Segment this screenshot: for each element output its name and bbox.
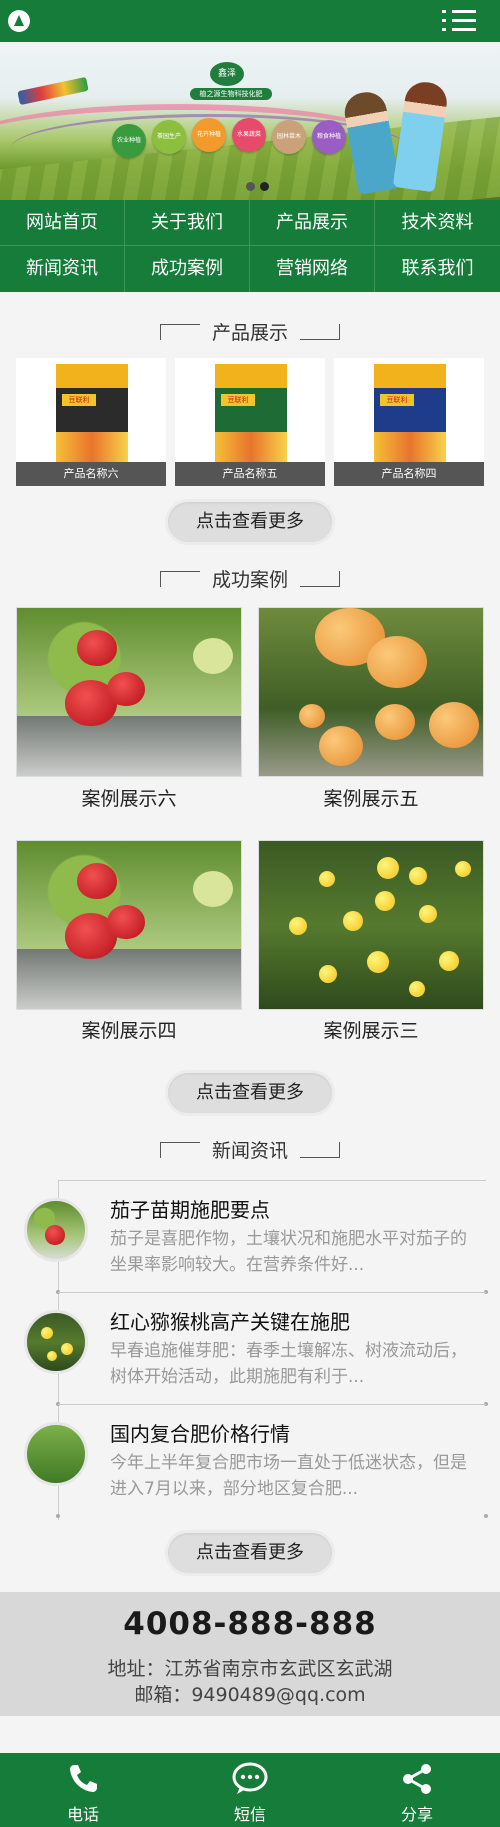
case-title[interactable]: 案例展示五 bbox=[258, 784, 484, 811]
case-image-persimmon[interactable] bbox=[258, 607, 484, 777]
nav-item-cases[interactable]: 成功案例 bbox=[125, 246, 250, 292]
product-name: 产品名称六 bbox=[16, 462, 166, 486]
section-title-cases: 成功案例 bbox=[160, 565, 340, 595]
news-title[interactable]: 茄子苗期施肥要点 bbox=[110, 1194, 270, 1223]
news-thumbnail bbox=[24, 1198, 88, 1262]
call-label: 电话 bbox=[66, 1805, 99, 1824]
banner-slogan: 植之源生物科技化肥 bbox=[190, 88, 272, 100]
product-image: 豆联利 bbox=[374, 364, 446, 462]
divider bbox=[58, 1292, 486, 1293]
nav-item-home[interactable]: 网站首页 bbox=[0, 200, 125, 246]
kite-image bbox=[17, 76, 89, 106]
banner-category: 水果蔬菜 bbox=[232, 118, 266, 152]
news-item[interactable]: 红心猕猴桃高产关键在施肥 早春追施催芽肥：春季土壤解冻、树液流动后，树体开始活动… bbox=[0, 1292, 500, 1406]
main-nav: 网站首页 关于我们 产品展示 技术资料 新闻资讯 成功案例 营销网络 联系我们 bbox=[0, 200, 500, 292]
phone-icon bbox=[70, 1765, 97, 1792]
nav-item-about[interactable]: 关于我们 bbox=[125, 200, 250, 246]
products-more-button[interactable]: 点击查看更多 bbox=[168, 502, 332, 542]
case-image-citrus[interactable] bbox=[258, 840, 484, 1010]
case-title[interactable]: 案例展示四 bbox=[16, 1016, 242, 1043]
nav-item-news[interactable]: 新闻资讯 bbox=[0, 246, 125, 292]
divider bbox=[58, 1404, 486, 1405]
address-text: 地址：江苏省南京市玄武区玄武湖 bbox=[107, 1658, 393, 1680]
nav-item-contact[interactable]: 联系我们 bbox=[375, 246, 500, 292]
nav-item-products[interactable]: 产品展示 bbox=[250, 200, 375, 246]
carousel-dot[interactable] bbox=[260, 182, 269, 191]
share-button[interactable]: 分享 bbox=[334, 1753, 500, 1827]
product-card[interactable]: 豆联利 产品名称四 bbox=[334, 358, 484, 486]
hamburger-menu-icon[interactable] bbox=[442, 6, 476, 36]
carousel-dot[interactable] bbox=[246, 182, 255, 191]
nav-item-network[interactable]: 营销网络 bbox=[250, 246, 375, 292]
news-item[interactable]: 国内复合肥价格行情 今年上半年复合肥市场一直处于低迷状态，但是进入7月以来，部分… bbox=[0, 1404, 500, 1518]
banner-category: 园林苗木 bbox=[272, 120, 306, 154]
product-image: 豆联利 bbox=[215, 364, 287, 462]
message-bubble-icon bbox=[232, 1762, 268, 1794]
product-card[interactable]: 豆联利 产品名称五 bbox=[175, 358, 325, 486]
case-image-strawberry[interactable] bbox=[16, 840, 242, 1010]
news-summary: 早春追施催芽肥：春季土壤解冻、树液流动后，树体开始活动，此期施肥有利于... bbox=[110, 1341, 467, 1387]
children-running-image bbox=[340, 62, 480, 198]
case-image-strawberry[interactable] bbox=[16, 607, 242, 777]
product-name: 产品名称四 bbox=[334, 462, 484, 486]
case-title[interactable]: 案例展示三 bbox=[258, 1016, 484, 1043]
news-more-button[interactable]: 点击查看更多 bbox=[168, 1533, 332, 1573]
leaf-logo-icon[interactable] bbox=[8, 10, 30, 32]
banner-category: 农业种植 bbox=[112, 124, 146, 158]
contact-info: 4008-888-888 地址：江苏省南京市玄武区玄武湖 邮箱：9490489@… bbox=[0, 1592, 500, 1716]
product-name: 产品名称五 bbox=[175, 462, 325, 486]
news-title[interactable]: 红心猕猴桃高产关键在施肥 bbox=[110, 1306, 350, 1335]
news-thumbnail bbox=[24, 1310, 88, 1374]
banner-category: 茶园生产 bbox=[152, 120, 186, 154]
news-title[interactable]: 国内复合肥价格行情 bbox=[110, 1418, 290, 1447]
news-item[interactable]: 茄子苗期施肥要点 茄子是喜肥作物，土壤状况和施肥水平对茄子的坐果率影响较大。在营… bbox=[0, 1180, 500, 1294]
news-thumbnail bbox=[24, 1422, 88, 1486]
section-title-products: 产品展示 bbox=[160, 318, 340, 348]
product-card[interactable]: 豆联利 产品名称六 bbox=[16, 358, 166, 486]
sms-button[interactable]: 短信 bbox=[167, 1753, 333, 1827]
news-summary: 茄子是喜肥作物，土壤状况和施肥水平对茄子的坐果率影响较大。在营养条件好... bbox=[110, 1229, 467, 1275]
share-icon bbox=[403, 1764, 431, 1794]
divider bbox=[58, 1180, 486, 1181]
product-image: 豆联利 bbox=[56, 364, 128, 462]
share-label: 分享 bbox=[400, 1805, 433, 1824]
news-summary: 今年上半年复合肥市场一直处于低迷状态，但是进入7月以来，部分地区复合肥... bbox=[110, 1453, 467, 1499]
banner-category: 花卉种植 bbox=[192, 118, 226, 152]
hotline-number[interactable]: 4008-888-888 bbox=[0, 1606, 500, 1642]
banner-brand: 鑫泽 bbox=[210, 62, 244, 86]
section-title-news: 新闻资讯 bbox=[160, 1136, 340, 1166]
email-text[interactable]: 邮箱：9490489@qq.com bbox=[0, 1680, 500, 1707]
sms-label: 短信 bbox=[233, 1805, 266, 1824]
bottom-action-bar: 电话 短信 分享 bbox=[0, 1753, 500, 1827]
cases-more-button[interactable]: 点击查看更多 bbox=[168, 1073, 332, 1113]
top-header bbox=[0, 0, 500, 42]
carousel-indicators bbox=[246, 176, 286, 210]
call-button[interactable]: 电话 bbox=[0, 1753, 166, 1827]
case-title[interactable]: 案例展示六 bbox=[16, 784, 242, 811]
nav-item-tech[interactable]: 技术资料 bbox=[375, 200, 500, 246]
